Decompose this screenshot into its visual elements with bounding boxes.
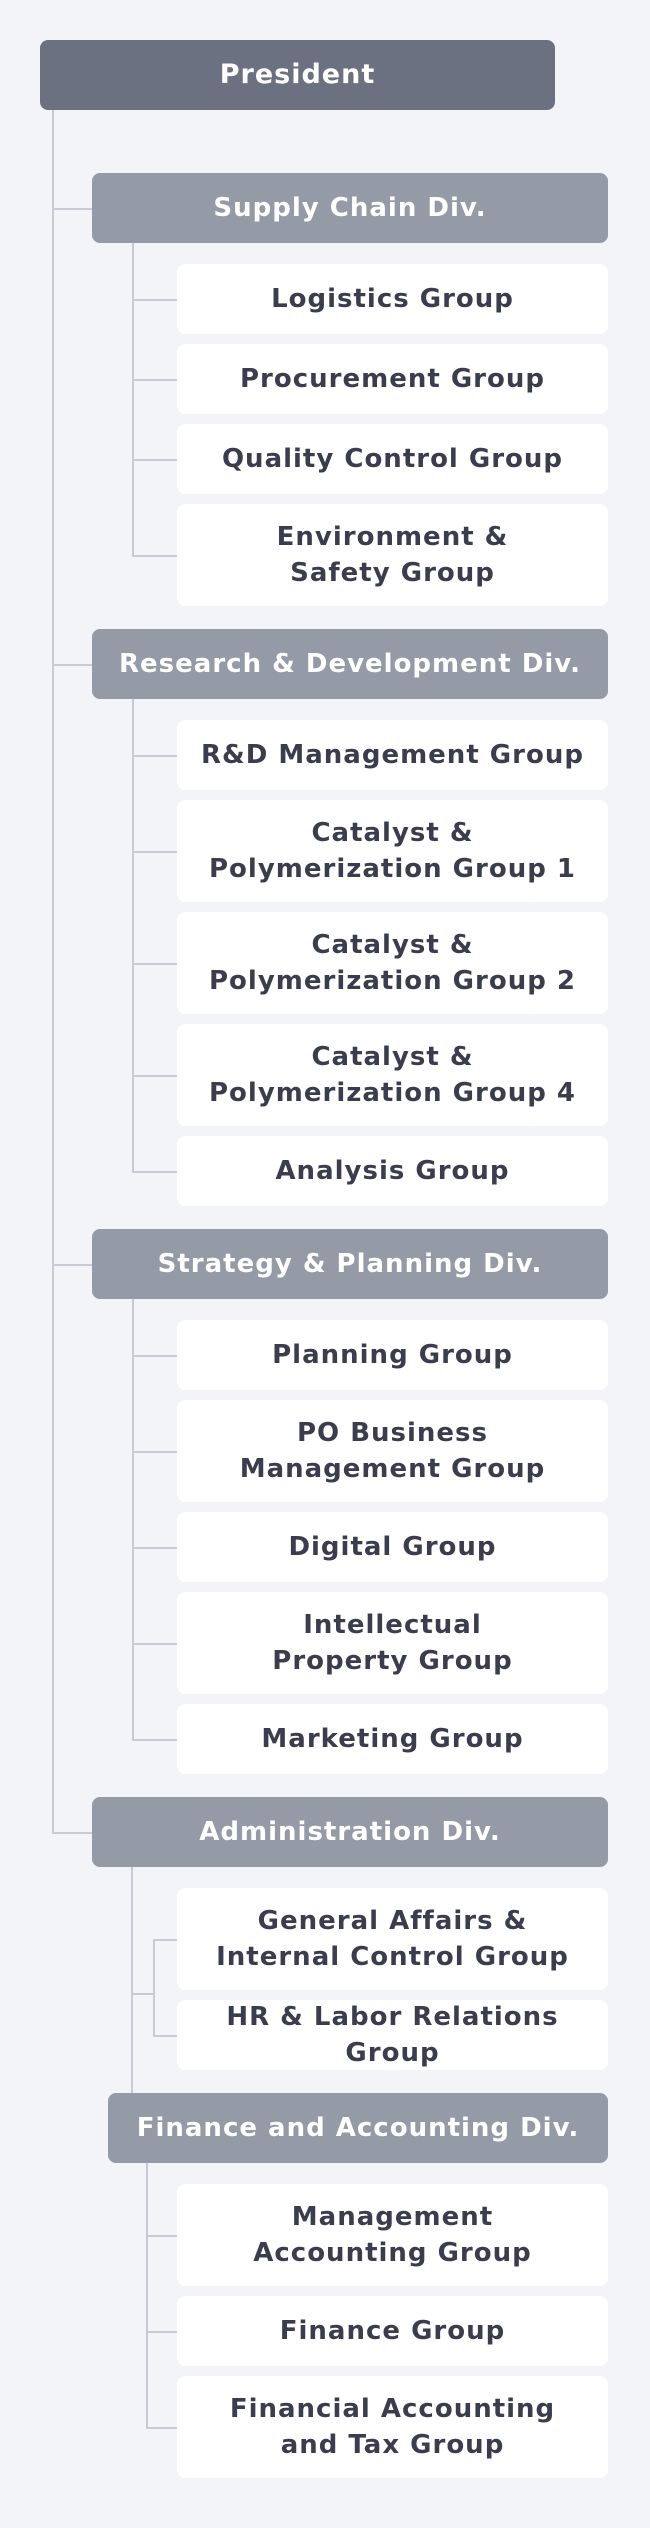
group-node: Analysis Group bbox=[177, 1136, 608, 1206]
connector-line bbox=[131, 1867, 133, 2093]
division-node: Finance and Accounting Div. bbox=[108, 2093, 608, 2163]
connector-line bbox=[146, 2331, 177, 2333]
connector-line bbox=[132, 1451, 177, 1453]
connector-line bbox=[132, 1643, 177, 1645]
group-node: Management Accounting Group bbox=[177, 2184, 608, 2286]
connector-line bbox=[132, 1739, 177, 1741]
group-node: Digital Group bbox=[177, 1512, 608, 1582]
connector-line bbox=[132, 1355, 177, 1357]
connector-line bbox=[132, 963, 177, 965]
connector-line bbox=[132, 1075, 177, 1077]
group-node: Environment & Safety Group bbox=[177, 504, 608, 606]
connector-line bbox=[132, 1299, 134, 1739]
division-node: Administration Div. bbox=[92, 1797, 608, 1867]
connector-line bbox=[132, 851, 177, 853]
group-node: Marketing Group bbox=[177, 1704, 608, 1774]
group-node: Financial Accounting and Tax Group bbox=[177, 2376, 608, 2478]
group-node: HR & Labor Relations Group bbox=[177, 2000, 608, 2070]
group-node: Logistics Group bbox=[177, 264, 608, 334]
division-node: Strategy & Planning Div. bbox=[92, 1229, 608, 1299]
connector-line bbox=[52, 208, 92, 210]
group-node: Intellectual Property Group bbox=[177, 1592, 608, 1694]
connector-line bbox=[132, 1547, 177, 1549]
connector-line bbox=[132, 755, 177, 757]
group-node: Planning Group bbox=[177, 1320, 608, 1390]
division-node: Research & Development Div. bbox=[92, 629, 608, 699]
connector-line bbox=[132, 459, 177, 461]
connector-line bbox=[52, 1832, 92, 1834]
connector-line bbox=[132, 243, 134, 555]
connector-line bbox=[153, 1939, 155, 2035]
group-node: General Affairs & Internal Control Group bbox=[177, 1888, 608, 1990]
group-node: Finance Group bbox=[177, 2296, 608, 2366]
connector-line bbox=[132, 699, 134, 1171]
connector-line bbox=[52, 110, 54, 1834]
connector-line bbox=[146, 2235, 177, 2237]
connector-line bbox=[52, 664, 92, 666]
connector-line bbox=[132, 379, 177, 381]
group-node: R&D Management Group bbox=[177, 720, 608, 790]
division-node: Supply Chain Div. bbox=[92, 173, 608, 243]
group-node: PO Business Management Group bbox=[177, 1400, 608, 1502]
group-node: Catalyst & Polymerization Group 1 bbox=[177, 800, 608, 902]
connector-line bbox=[153, 1939, 177, 1941]
group-node: Catalyst & Polymerization Group 4 bbox=[177, 1024, 608, 1126]
connector-line bbox=[146, 2427, 177, 2429]
connector-line bbox=[153, 2035, 177, 2037]
connector-line bbox=[132, 1171, 177, 1173]
connector-line bbox=[146, 2163, 148, 2427]
connector-line bbox=[132, 299, 177, 301]
group-node: Quality Control Group bbox=[177, 424, 608, 494]
president-node: President bbox=[40, 40, 555, 110]
connector-line bbox=[52, 1264, 92, 1266]
connector-line bbox=[132, 555, 177, 557]
connector-line bbox=[131, 1993, 153, 1995]
group-node: Procurement Group bbox=[177, 344, 608, 414]
group-node: Catalyst & Polymerization Group 2 bbox=[177, 912, 608, 1014]
